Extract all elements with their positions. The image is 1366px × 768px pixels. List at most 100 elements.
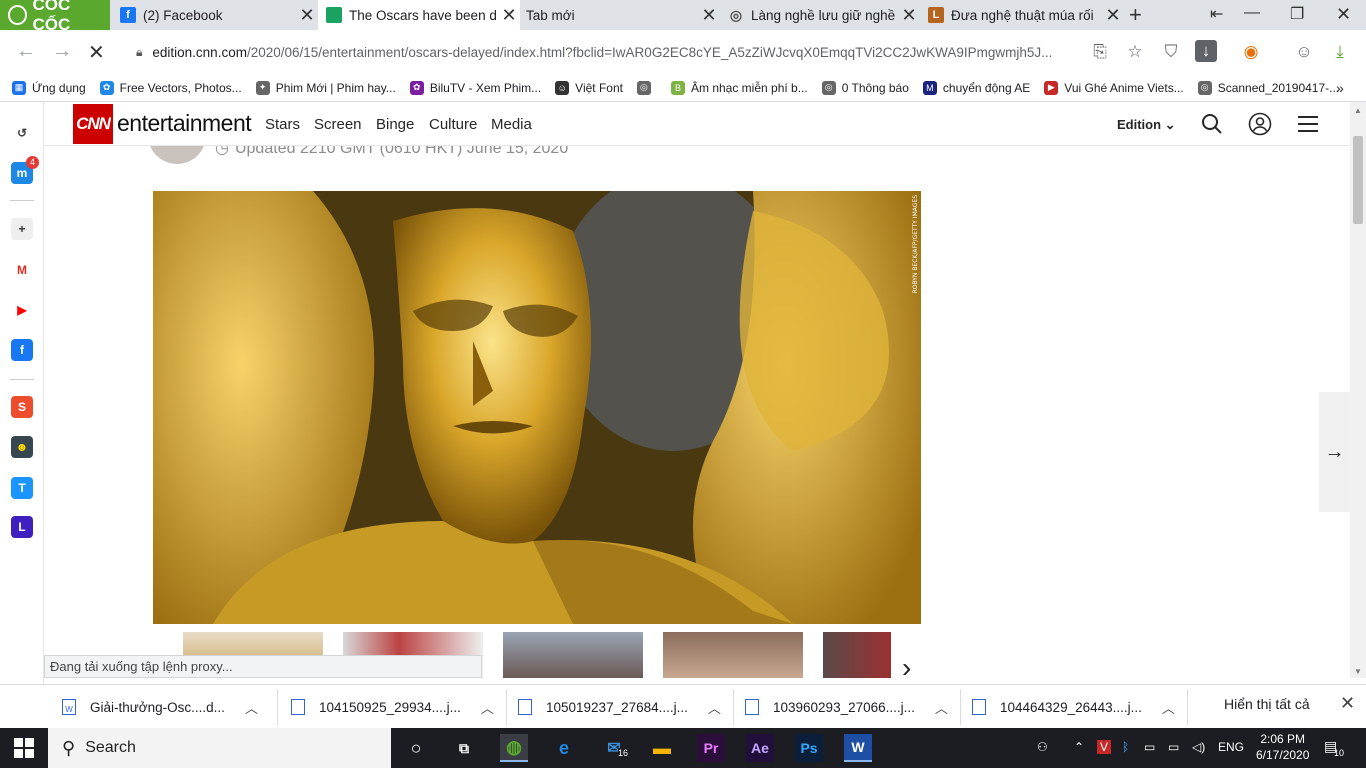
bookmark-item[interactable]: ▦ Ứng dụng bbox=[12, 80, 86, 95]
tab-oscars-article[interactable]: The Oscars have been d ✕ bbox=[318, 0, 520, 30]
chevron-up-icon[interactable]: ︿ bbox=[245, 698, 258, 717]
bookmark-item[interactable]: B Âm nhạc miễn phí b... bbox=[670, 80, 808, 95]
gmail-icon[interactable]: M bbox=[11, 259, 33, 281]
network-icon[interactable]: ▭ bbox=[1144, 740, 1155, 754]
premiere-icon[interactable]: Pr bbox=[697, 734, 725, 762]
tab-facebook[interactable]: f (2) Facebook ✕ bbox=[112, 0, 318, 30]
windows-start-icon[interactable] bbox=[14, 738, 34, 758]
nav-binge[interactable]: Binge bbox=[376, 116, 414, 133]
forward-button[interactable]: → bbox=[52, 40, 72, 63]
new-tab-button[interactable]: + bbox=[1129, 2, 1142, 28]
close-icon[interactable]: ✕ bbox=[1340, 693, 1355, 714]
coccoc-menu-button[interactable]: CỐC CỐC bbox=[0, 0, 110, 34]
game-icon[interactable]: ☻ bbox=[11, 436, 33, 458]
back-button[interactable]: ← bbox=[16, 40, 36, 63]
file-explorer-icon[interactable]: ▬ bbox=[648, 734, 676, 762]
coccoc-taskbar-icon[interactable]: ◍ bbox=[500, 734, 528, 762]
bookmark-item[interactable]: ✿ Free Vectors, Photos... bbox=[99, 80, 242, 95]
shield-icon[interactable]: ⛉ bbox=[1159, 40, 1183, 64]
tab-mua-roi[interactable]: L Đưa nghệ thuật múa rối ✕ bbox=[920, 0, 1124, 30]
save-video-icon[interactable]: ⤓ bbox=[1328, 40, 1352, 64]
chevron-up-icon[interactable]: ︿ bbox=[481, 698, 494, 717]
volume-icon[interactable]: ◁) bbox=[1192, 740, 1205, 754]
hamburger-menu-icon[interactable] bbox=[1296, 112, 1320, 136]
more-bookmarks-button[interactable]: » bbox=[1336, 80, 1344, 96]
edition-dropdown[interactable]: Edition ⌄ bbox=[1117, 117, 1176, 133]
chevron-right-icon[interactable]: › bbox=[902, 652, 911, 678]
next-article-arrow-icon[interactable]: → bbox=[1319, 392, 1350, 512]
chevron-up-icon[interactable]: ︿ bbox=[1162, 698, 1175, 717]
thumbnail[interactable] bbox=[823, 632, 891, 678]
chevron-up-icon[interactable]: ⌃ bbox=[1074, 740, 1084, 754]
download-item[interactable]: 105019237_27684....j... ︿ bbox=[518, 696, 721, 718]
show-all-downloads-button[interactable]: Hiển thị tất cả bbox=[1224, 696, 1310, 712]
bookmark-item[interactable]: ✦ Phim Mới | Phim hay... bbox=[255, 80, 396, 95]
download-item[interactable]: 103960293_27066....j... ︿ bbox=[745, 696, 948, 718]
tiki-icon[interactable]: T bbox=[11, 477, 33, 499]
vpn-icon[interactable]: V bbox=[1097, 740, 1112, 754]
star-icon[interactable]: ☆ bbox=[1123, 40, 1147, 64]
bookmark-item[interactable]: ◎ 0 Thông báo bbox=[821, 80, 909, 95]
facebook-icon[interactable]: f bbox=[11, 339, 33, 361]
word-icon[interactable]: W bbox=[844, 734, 872, 762]
edge-icon[interactable]: e bbox=[550, 734, 578, 762]
bookmark-item[interactable]: ☺ Việt Font bbox=[555, 80, 623, 95]
stop-button[interactable]: ✕ bbox=[88, 40, 105, 65]
shopee-icon[interactable]: S bbox=[11, 396, 33, 418]
close-icon[interactable]: ✕ bbox=[898, 5, 920, 26]
section-title[interactable]: entertainment bbox=[117, 110, 252, 137]
address-bar[interactable]: 🔒︎ edition.cnn.com /2020/06/15/entertain… bbox=[126, 36, 1086, 68]
profile-icon[interactable]: ☺ bbox=[1292, 40, 1316, 64]
task-view-icon[interactable]: ⧉ bbox=[450, 734, 478, 762]
scroll-down-icon[interactable]: ▼ bbox=[1354, 667, 1362, 676]
lazada-icon[interactable]: L bbox=[11, 516, 33, 538]
translate-icon[interactable]: ⎘ bbox=[1088, 40, 1112, 64]
account-icon[interactable] bbox=[1248, 112, 1272, 136]
bookmark-item[interactable]: ▶ Vui Ghé Anime Viets... bbox=[1044, 80, 1184, 95]
tab-list-icon[interactable]: ⇤ bbox=[1210, 4, 1223, 24]
tab-lang-nghe[interactable]: ◎ Làng nghề lưu giữ nghề ✕ bbox=[720, 0, 920, 30]
nav-culture[interactable]: Culture bbox=[429, 116, 477, 133]
close-icon[interactable]: ✕ bbox=[698, 5, 720, 26]
battery-icon[interactable]: ▭ bbox=[1168, 740, 1179, 754]
history-icon[interactable]: ↺ bbox=[11, 122, 33, 144]
cortana-icon[interactable]: ○ bbox=[402, 734, 430, 762]
download-item[interactable]: 104150925_29934....j... ︿ bbox=[291, 696, 494, 718]
thumbnail[interactable] bbox=[503, 632, 643, 678]
photoshop-icon[interactable]: Ps bbox=[795, 734, 823, 762]
download-item[interactable]: 104464329_26443....j... ︿ bbox=[972, 696, 1175, 718]
taskbar-search[interactable]: ⚲ Search bbox=[48, 728, 391, 768]
bluetooth-icon[interactable]: ᛒ bbox=[1122, 740, 1129, 754]
nav-stars[interactable]: Stars bbox=[265, 116, 300, 133]
search-icon[interactable] bbox=[1200, 112, 1224, 136]
restore-button[interactable]: ❐ bbox=[1290, 4, 1304, 24]
bookmark-item[interactable]: ◎ bbox=[636, 80, 657, 95]
minimize-button[interactable]: — bbox=[1244, 4, 1260, 22]
nav-screen[interactable]: Screen bbox=[314, 116, 362, 133]
add-app-icon[interactable]: + bbox=[11, 218, 33, 240]
people-icon[interactable]: ⚇ bbox=[1037, 740, 1048, 754]
scrollbar-thumb[interactable] bbox=[1353, 136, 1363, 224]
taskbar-clock[interactable]: 2:06 PM 6/17/2020 bbox=[1256, 731, 1309, 763]
scroll-up-icon[interactable]: ▲ bbox=[1354, 106, 1362, 115]
close-icon[interactable]: ✕ bbox=[498, 5, 520, 26]
download-icon[interactable]: ↓ bbox=[1195, 40, 1217, 62]
bookmark-item[interactable]: Mchuyển động AE bbox=[922, 80, 1030, 95]
chevron-up-icon[interactable]: ︿ bbox=[935, 698, 948, 717]
bookmark-item[interactable]: ✿ BiluTV - Xem Phim... bbox=[409, 80, 541, 95]
window-close-button[interactable]: ✕ bbox=[1336, 4, 1351, 25]
extension-icon[interactable]: ◉ bbox=[1239, 40, 1263, 64]
bookmark-item[interactable]: ◎ Scanned_20190417-... bbox=[1197, 80, 1339, 95]
thumbnail[interactable] bbox=[663, 632, 803, 678]
chevron-up-icon[interactable]: ︿ bbox=[708, 698, 721, 717]
page-scrollbar[interactable]: ▲ ▼ bbox=[1350, 102, 1366, 678]
close-icon[interactable]: ✕ bbox=[296, 5, 318, 26]
close-icon[interactable]: ✕ bbox=[1102, 5, 1124, 26]
nav-media[interactable]: Media bbox=[491, 116, 532, 133]
tab-new-tab[interactable]: Tab mới ✕ bbox=[520, 0, 720, 30]
cnn-logo[interactable]: CNN bbox=[73, 104, 113, 144]
oscar-statue-photo[interactable]: ROBYN BECK/AFP/GETTY IMAGES bbox=[153, 191, 921, 624]
after-effects-icon[interactable]: Ae bbox=[746, 734, 774, 762]
download-item[interactable]: W Giải-thưởng-Osc....d... ︿ bbox=[62, 696, 258, 718]
youtube-icon[interactable]: ▶ bbox=[11, 299, 33, 321]
